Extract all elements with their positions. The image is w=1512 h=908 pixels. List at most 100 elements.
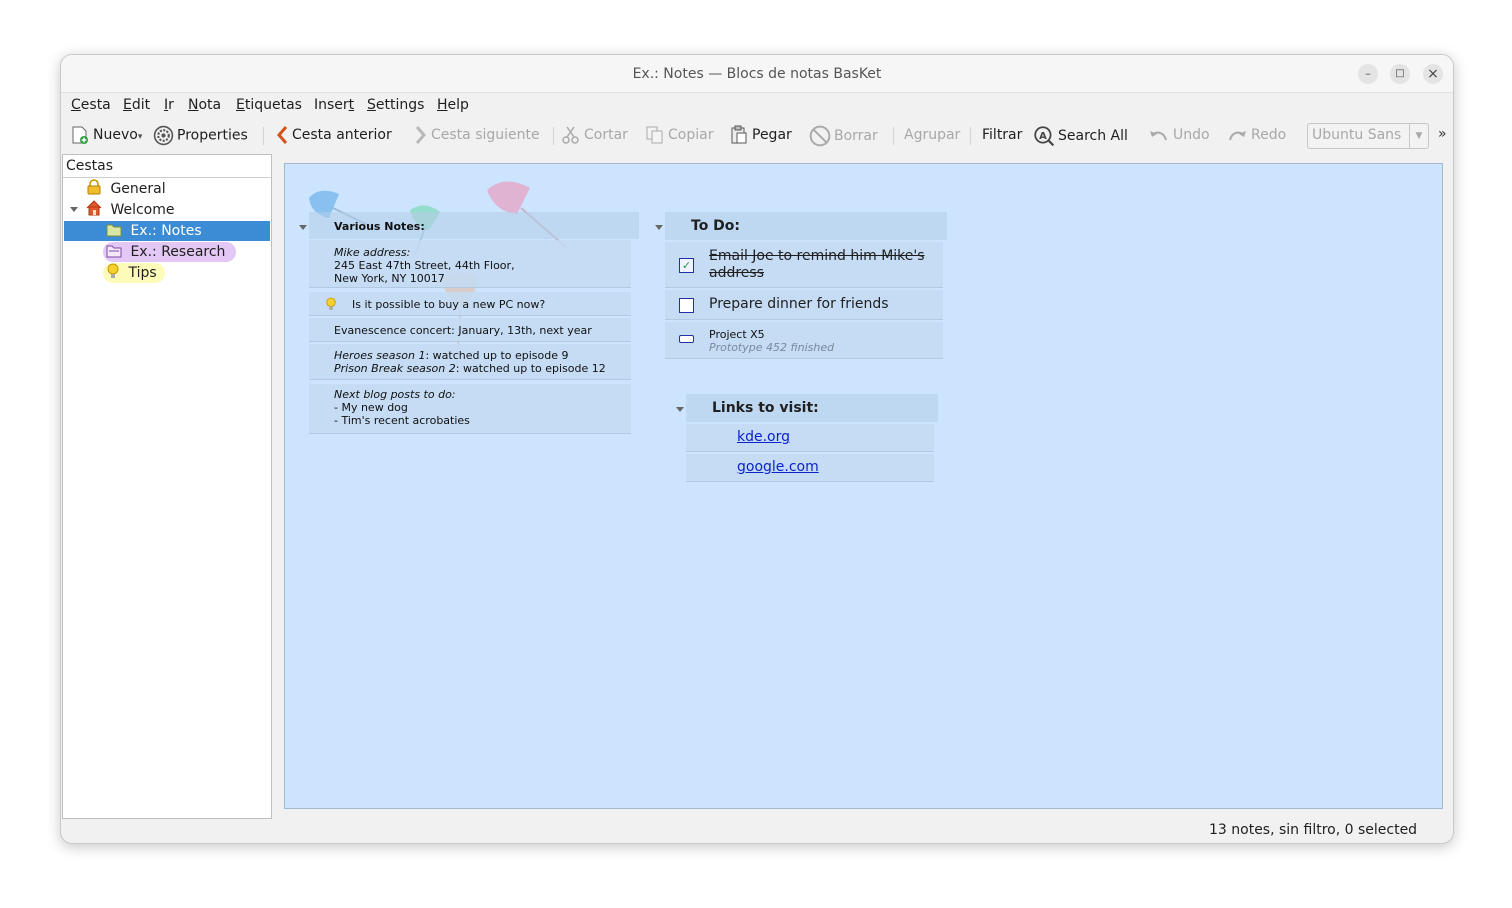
tree-item-label: Tips <box>128 265 157 281</box>
menu-edit[interactable]: Edit <box>123 97 150 113</box>
properties-label: Properties <box>177 127 248 144</box>
note-text: - Tim's recent acrobaties <box>334 414 470 427</box>
copy-icon <box>646 126 663 144</box>
checkbox-checked[interactable]: ✓ <box>679 258 694 273</box>
todo-group: To Do: ✓ Email Joe to remind him Mike's … <box>651 212 951 362</box>
chevron-down-icon[interactable]: ▼ <box>1409 124 1428 148</box>
link-kde[interactable]: kde.org <box>737 429 790 445</box>
folder-icon <box>106 245 122 258</box>
paste-icon <box>731 125 747 144</box>
links-header[interactable]: Links to visit: <box>686 394 938 422</box>
previous-basket-label: Cesta anterior <box>292 127 392 143</box>
note-text: Prison Break season 2 <box>334 362 456 375</box>
note-text: Is it possible to buy a new PC now? <box>352 298 546 311</box>
tree-item-label: Ex.: Research <box>130 244 226 260</box>
copy-label: Copiar <box>668 127 714 143</box>
various-notes-header[interactable]: Various Notes: <box>309 212 639 239</box>
note-blog-posts[interactable]: Next blog posts to do: - My new dog - Ti… <box>309 384 631 434</box>
todo-title: To Do: <box>691 218 741 234</box>
links-title: Links to visit: <box>712 400 819 416</box>
todo-item-text: Project X5 <box>709 328 765 341</box>
checkbox-unchecked[interactable] <box>679 298 694 313</box>
chevron-right-icon <box>415 126 426 144</box>
gear-icon <box>153 125 174 146</box>
note-text: : watched up to episode 12 <box>455 362 606 375</box>
font-selector[interactable]: Ubuntu Sans ▼ <box>1307 123 1429 149</box>
next-basket-button[interactable]: Cesta siguiente <box>414 125 540 147</box>
new-button[interactable]: Nuevo▾ <box>70 125 142 147</box>
cut-label: Cortar <box>584 127 628 143</box>
menu-insert[interactable]: Insert <box>314 97 354 113</box>
paste-label: Pegar <box>752 127 792 143</box>
new-note-icon <box>72 126 88 144</box>
delete-label: Borrar <box>834 128 878 144</box>
todo-item-project-x5[interactable]: Project X5 Prototype 452 finished <box>665 322 943 359</box>
toolbar-separator <box>263 127 264 145</box>
tree-item-ex-notes[interactable]: Ex.: Notes <box>64 221 270 241</box>
redo-icon <box>1229 131 1246 141</box>
note-text: 245 East 47th Street, 44th Floor, <box>334 259 515 272</box>
delete-button[interactable]: Borrar <box>809 125 878 147</box>
todo-item-text: Email Joe to remind him Mike's <box>709 248 925 264</box>
menu-ir[interactable]: Ir <box>164 97 174 113</box>
copy-button[interactable]: Copiar <box>645 125 713 147</box>
todo-item-text: Prepare dinner for friends <box>709 296 889 312</box>
tree-item-ex-research[interactable]: Ex.: Research <box>103 242 237 262</box>
chevron-down-icon[interactable] <box>676 407 684 412</box>
chevron-down-icon[interactable] <box>70 207 78 212</box>
scissors-icon <box>562 126 579 144</box>
toolbar-separator <box>893 127 894 145</box>
note-new-pc[interactable]: Is it possible to buy a new PC now? <box>309 292 631 316</box>
undo-button[interactable]: Undo <box>1148 125 1210 147</box>
note-concert[interactable]: Evanescence concert: January, 13th, next… <box>309 318 631 342</box>
chevron-left-icon <box>277 126 288 144</box>
minimize-button[interactable]: – <box>1358 64 1378 84</box>
maximize-button[interactable]: □ <box>1390 64 1410 84</box>
close-button[interactable]: × <box>1423 64 1443 84</box>
menu-help[interactable]: Help <box>437 97 469 113</box>
link-google[interactable]: google.com <box>737 459 819 475</box>
cut-button[interactable]: Cortar <box>561 125 628 147</box>
undo-icon <box>1150 131 1167 141</box>
chevron-down-icon[interactable] <box>655 225 663 230</box>
next-basket-label: Cesta siguiente <box>431 127 540 143</box>
redo-button[interactable]: Redo <box>1226 125 1286 147</box>
todo-item-prepare-dinner[interactable]: Prepare dinner for friends <box>665 290 943 320</box>
menu-etiquetas[interactable]: Etiquetas <box>236 97 302 113</box>
undo-label: Undo <box>1173 127 1210 143</box>
toolbar-overflow-button[interactable]: » <box>1438 124 1447 146</box>
previous-basket-button[interactable]: Cesta anterior <box>275 125 392 147</box>
basket-canvas[interactable]: Various Notes: Mike address: 245 East 47… <box>284 163 1443 809</box>
menu-nota[interactable]: Nota <box>188 97 221 113</box>
toolbar-separator <box>970 127 971 145</box>
filter-button[interactable]: Filtrar <box>982 125 1022 147</box>
basket-tree-header: Cestas <box>63 155 271 178</box>
paste-button[interactable]: Pegar <box>729 125 792 147</box>
title-bar: Ex.: Notes — Blocs de notas BasKet – □ × <box>61 55 1453 93</box>
links-group: Links to visit: kde.org google.com <box>672 394 952 490</box>
tree-item-welcome[interactable]: Welcome <box>86 200 175 220</box>
toolbar: Nuevo▾ Properties Cesta anterior Cesta s… <box>61 117 1453 153</box>
note-text: - My new dog <box>334 401 408 414</box>
status-text: 13 notes, sin filtro, 0 selected <box>1209 822 1418 838</box>
link-note-kde: kde.org <box>686 424 934 452</box>
tree-item-general[interactable]: General <box>86 179 166 199</box>
note-tv-series[interactable]: Heroes season 1: watched up to episode 9… <box>309 344 631 380</box>
menu-cesta[interactable]: Cesta <box>71 97 111 113</box>
todo-item-email-joe[interactable]: ✓ Email Joe to remind him Mike's address <box>665 242 943 288</box>
todo-header[interactable]: To Do: <box>665 212 947 240</box>
various-notes-title: Various Notes: <box>334 220 425 233</box>
group-button[interactable]: Agrupar <box>904 125 960 147</box>
search-all-button[interactable]: A Search All <box>1033 125 1128 147</box>
forbidden-icon <box>809 125 831 147</box>
progress-icon <box>679 335 694 343</box>
tree-item-tips[interactable]: Tips <box>103 263 165 283</box>
app-window: Ex.: Notes — Blocs de notas BasKet – □ ×… <box>60 54 1454 844</box>
menu-settings[interactable]: Settings <box>367 97 424 113</box>
chevron-down-icon[interactable] <box>299 225 307 230</box>
note-text: New York, NY 10017 <box>334 272 445 285</box>
properties-button[interactable]: Properties <box>153 125 248 147</box>
font-selector-value: Ubuntu Sans <box>1312 127 1402 143</box>
note-mike-address[interactable]: Mike address: 245 East 47th Street, 44th… <box>309 240 631 288</box>
redo-label: Redo <box>1251 127 1287 143</box>
